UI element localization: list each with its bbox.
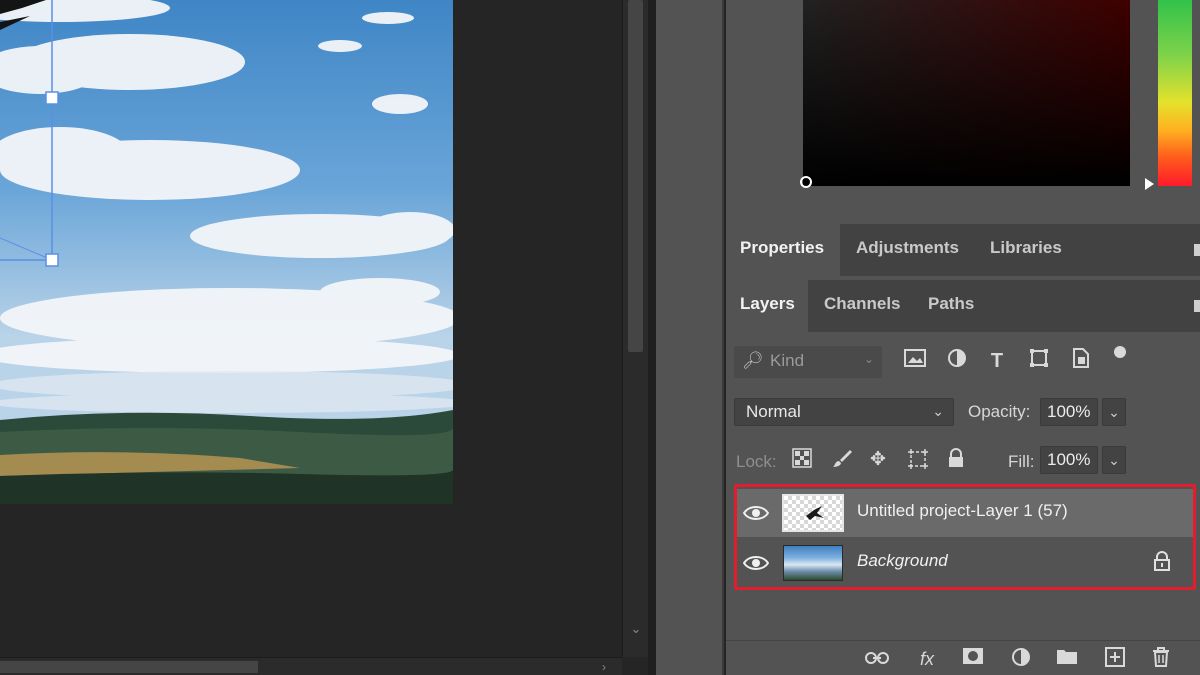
search-icon: 🔎︎ [742, 351, 764, 370]
filter-kind-label: Kind [770, 351, 805, 370]
new-layer-icon[interactable] [1102, 647, 1128, 671]
layer-thumbnail [782, 494, 844, 532]
filter-pixel-layer-icon[interactable] [902, 348, 928, 374]
panel-divider[interactable] [648, 0, 656, 675]
lock-artboard-icon[interactable] [906, 448, 930, 472]
filter-adjustment-layer-icon[interactable] [944, 348, 970, 374]
layers-bottom-bar: fx [726, 640, 1200, 675]
layer-thumbnail [783, 545, 843, 581]
vertical-scrollbar[interactable]: ⌄ [622, 0, 648, 657]
lock-image-pixels-icon[interactable] [830, 448, 854, 472]
transform-handle[interactable] [45, 253, 59, 267]
chevron-down-icon[interactable]: ⌄ [629, 622, 643, 636]
horizontal-scrollbar[interactable]: › [0, 657, 622, 675]
photoshop-window: ⌄ › Properties Adjustments Libraries Lay… [0, 0, 1200, 675]
folder-icon[interactable] [1054, 647, 1080, 671]
tab-properties[interactable]: Properties [726, 224, 840, 276]
layer-filter-kind-select[interactable]: 🔎︎ Kind ⌄ [734, 346, 882, 378]
landscape-photo [0, 0, 453, 504]
lock-all-icon[interactable] [944, 448, 968, 472]
blend-mode-select[interactable]: Normal ⌄ [734, 398, 954, 426]
canvas-area[interactable] [0, 0, 622, 657]
link-layers-icon[interactable] [864, 647, 890, 671]
filter-smart-object-icon[interactable] [1068, 348, 1094, 374]
layer-row[interactable]: Background [737, 539, 1193, 587]
tab-layers[interactable]: Layers [726, 280, 808, 332]
layer-name[interactable]: Background [857, 551, 948, 571]
fill-field[interactable]: 100% [1040, 446, 1098, 474]
document-image[interactable] [0, 0, 453, 504]
transform-handle[interactable] [45, 91, 59, 105]
hue-slider-marker-icon[interactable] [1145, 178, 1154, 190]
panel-menu-icon[interactable] [1194, 244, 1200, 256]
chevron-down-icon: ⌄ [863, 352, 874, 366]
opacity-dropdown-button[interactable]: ⌄ [1102, 398, 1126, 426]
layer-name[interactable]: Untitled project-Layer 1 (57) [857, 501, 1068, 521]
layers-panel: 🔎︎ Kind ⌄ T Normal ⌄ Opacity: 100% ⌄ Loc… [726, 332, 1200, 675]
chevron-right-icon[interactable]: › [596, 659, 612, 675]
filter-shape-layer-icon[interactable] [1026, 348, 1052, 374]
fx-icon[interactable]: fx [914, 647, 940, 671]
layer-row[interactable]: Untitled project-Layer 1 (57) [737, 489, 1193, 537]
adjustment-layer-icon[interactable] [1008, 647, 1034, 671]
panel-menu-icon[interactable] [1194, 300, 1200, 312]
tab-paths[interactable]: Paths [914, 280, 988, 332]
panel-dock-strip [656, 0, 724, 675]
tab-adjustments[interactable]: Adjustments [842, 224, 973, 276]
fill-label: Fill: [1008, 452, 1035, 471]
horizontal-scroll-thumb[interactable] [0, 661, 258, 673]
eye-icon[interactable] [743, 503, 769, 523]
add-mask-icon[interactable] [960, 647, 986, 671]
opacity-field[interactable]: 100% [1040, 398, 1098, 426]
layers-tab-bar: Layers Channels Paths [726, 280, 1200, 332]
trash-icon[interactable] [1148, 647, 1174, 671]
fill-dropdown-button[interactable]: ⌄ [1102, 446, 1126, 474]
lock-icon[interactable] [1151, 551, 1173, 573]
right-panel: Properties Adjustments Libraries Layers … [726, 0, 1200, 675]
hue-slider[interactable] [1158, 0, 1192, 186]
chevron-down-icon: ⌄ [932, 403, 944, 419]
filter-type-layer-icon[interactable]: T [984, 348, 1010, 374]
filter-toggle-icon[interactable] [1114, 346, 1126, 358]
lock-position-icon[interactable]: ✥ [866, 448, 890, 472]
tab-libraries[interactable]: Libraries [976, 224, 1076, 276]
properties-tab-bar: Properties Adjustments Libraries [726, 224, 1200, 276]
eye-icon[interactable] [743, 553, 769, 573]
lock-transparent-pixels-icon[interactable] [790, 448, 814, 472]
vertical-scroll-thumb[interactable] [628, 0, 643, 352]
color-picker-field[interactable] [803, 0, 1130, 186]
color-picker-cursor[interactable] [800, 176, 812, 188]
layer-list: Untitled project-Layer 1 (57) Background [734, 484, 1196, 590]
lock-label: Lock: [736, 452, 777, 471]
blend-mode-value: Normal [746, 402, 801, 421]
opacity-label: Opacity: [968, 402, 1031, 421]
tab-channels[interactable]: Channels [810, 280, 915, 332]
